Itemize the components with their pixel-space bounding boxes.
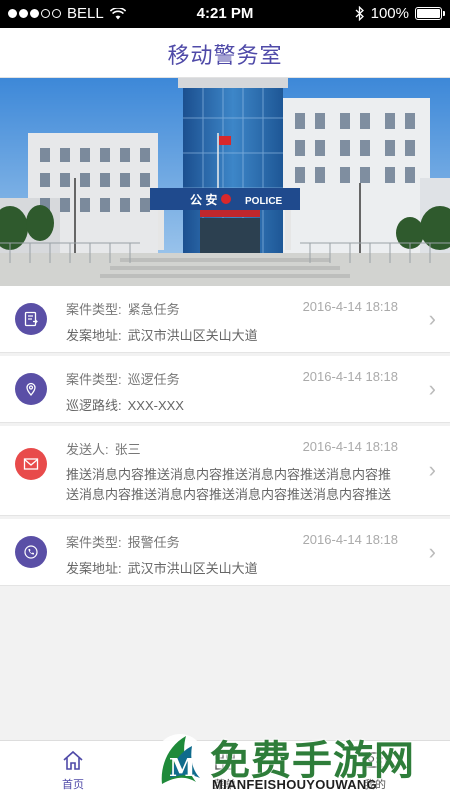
watermark-logo-icon: M <box>154 734 206 790</box>
status-bar: BELL 4:21 PM 100% <box>0 0 450 28</box>
site-watermark: M 免费手游网 MIANFEISHOUYOUWANG <box>150 722 450 800</box>
list-item[interactable]: 案件类型: 巡逻任务 2016-4-14 18:18 巡逻路线: XXX-XXX › <box>0 356 450 423</box>
list-item[interactable]: 案件类型: 报警任务 2016-4-14 18:18 发案地址: 武汉市洪山区关山大… <box>0 519 450 586</box>
battery-percent: 100% <box>370 5 409 22</box>
document-icon <box>15 303 47 335</box>
timestamp: 2016-4-14 18:18 <box>302 439 398 454</box>
battery-icon <box>415 7 445 20</box>
case-address: 发案地址: 武汉市洪山区关山大道 <box>66 561 258 576</box>
bluetooth-icon <box>355 6 364 21</box>
tab-home[interactable]: 首页 <box>28 749 118 792</box>
list-item[interactable]: 案件类型: 紧急任务 2016-4-14 18:18 发案地址: 武汉市洪山区关山大… <box>0 286 450 353</box>
case-type: 案件类型: 巡逻任务 <box>66 372 180 387</box>
list-item[interactable]: 发送人: 张三 2016-4-14 18:18 推送消息内容推送消息内容推送消息内… <box>0 426 450 516</box>
tab-home-label: 首页 <box>62 779 84 791</box>
patrol-route: 巡逻路线: XXX-XXX <box>66 398 184 413</box>
phone-icon <box>15 536 47 568</box>
chevron-right-icon: › <box>428 539 436 564</box>
svg-text:M: M <box>169 753 196 782</box>
app-header: 移动警务室 <box>0 28 450 78</box>
task-list: 案件类型: 紧急任务 2016-4-14 18:18 发案地址: 武汉市洪山区关山大… <box>0 286 450 586</box>
timestamp: 2016-4-14 18:18 <box>302 532 398 547</box>
building-sign-left: 公 安 <box>190 192 217 207</box>
police-station-image: 公 安 POLICE <box>0 78 450 286</box>
location-icon <box>15 373 47 405</box>
case-address: 发案地址: 武汉市洪山区关山大道 <box>66 328 258 343</box>
home-icon <box>63 750 83 770</box>
chevron-right-icon: › <box>428 376 436 401</box>
message-preview: 推送消息内容推送消息内容推送消息内容推送消息内容推送消息内容推送消息内容推送消息… <box>66 467 392 502</box>
police-station-banner[interactable]: 公 安 POLICE <box>0 78 450 286</box>
mail-icon <box>15 448 47 480</box>
chevron-right-icon: › <box>428 457 436 482</box>
timestamp: 2016-4-14 18:18 <box>302 299 398 314</box>
watermark-subtitle: MIANFEISHOUYOUWANG <box>212 777 378 792</box>
chevron-right-icon: › <box>428 306 436 331</box>
sender: 发送人: 张三 <box>66 442 141 457</box>
building-sign-right: POLICE <box>245 196 283 207</box>
case-type: 案件类型: 紧急任务 <box>66 302 180 317</box>
timestamp: 2016-4-14 18:18 <box>302 369 398 384</box>
page-title: 移动警务室 <box>167 43 283 68</box>
case-type: 案件类型: 报警任务 <box>66 535 180 550</box>
